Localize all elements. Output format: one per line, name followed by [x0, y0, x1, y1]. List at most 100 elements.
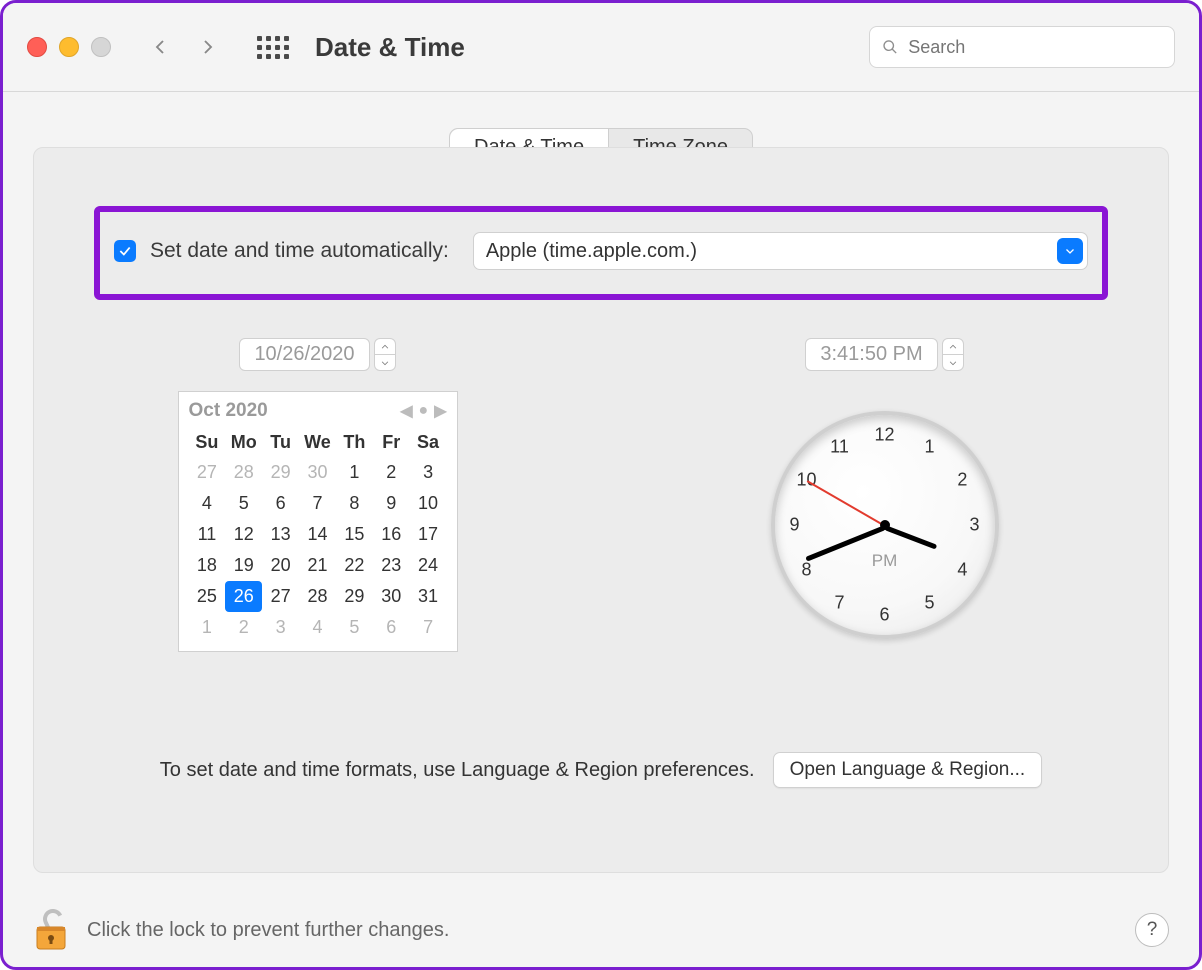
chevron-down-icon: [380, 358, 390, 368]
auto-time-label: Set date and time automatically:: [150, 239, 449, 263]
date-stepper[interactable]: [374, 338, 396, 371]
calendar[interactable]: Oct 2020 ◀ ● ▶ SuMoTuWeThFrSa27282930123…: [178, 391, 458, 652]
calendar-day[interactable]: 24: [410, 550, 447, 581]
time-step-up[interactable]: [943, 339, 963, 355]
calendar-day[interactable]: 2: [225, 612, 262, 643]
search-field[interactable]: [869, 26, 1175, 68]
clock-number: 12: [874, 425, 894, 446]
clock-number: 1: [924, 437, 934, 458]
calendar-day[interactable]: 30: [373, 581, 410, 612]
calendar-day[interactable]: 13: [262, 519, 299, 550]
clock-number: 5: [924, 592, 934, 613]
calendar-day[interactable]: 15: [336, 519, 373, 550]
window-title: Date & Time: [315, 32, 465, 63]
open-language-region-button[interactable]: Open Language & Region...: [773, 752, 1043, 788]
time-server-value: Apple (time.apple.com.): [486, 240, 697, 263]
calendar-day[interactable]: 17: [410, 519, 447, 550]
calendar-day[interactable]: 9: [373, 488, 410, 519]
date-step-up[interactable]: [375, 339, 395, 355]
clock-number: 9: [789, 515, 799, 536]
date-field[interactable]: 10/26/2020: [239, 338, 369, 371]
calendar-day[interactable]: 7: [299, 488, 336, 519]
time-server-combobox[interactable]: Apple (time.apple.com.): [473, 232, 1088, 270]
calendar-day[interactable]: 1: [336, 457, 373, 488]
auto-time-checkbox[interactable]: [114, 240, 136, 262]
unlocked-lock-icon: [33, 909, 69, 951]
calendar-day[interactable]: 3: [410, 457, 447, 488]
calendar-day[interactable]: 14: [299, 519, 336, 550]
calendar-day[interactable]: 11: [189, 519, 226, 550]
calendar-day[interactable]: 18: [189, 550, 226, 581]
chevron-up-icon: [948, 342, 958, 352]
search-icon: [882, 38, 898, 56]
calendar-day[interactable]: 29: [262, 457, 299, 488]
calendar-day[interactable]: 29: [336, 581, 373, 612]
analog-clock: 121234567891011 PM: [771, 411, 999, 639]
calendar-day[interactable]: 31: [410, 581, 447, 612]
forward-button[interactable]: [199, 38, 217, 56]
clock-number: 11: [830, 437, 849, 458]
calendar-day[interactable]: 7: [410, 612, 447, 643]
calendar-prev-icon[interactable]: ◀: [400, 401, 412, 421]
calendar-day[interactable]: 26: [225, 581, 262, 612]
calendar-day[interactable]: 5: [336, 612, 373, 643]
zoom-window-button[interactable]: [91, 37, 111, 57]
combobox-arrow-button[interactable]: [1057, 238, 1083, 264]
calendar-dow: Th: [336, 428, 373, 457]
preferences-panel: Set date and time automatically: Apple (…: [33, 147, 1169, 873]
calendar-day[interactable]: 16: [373, 519, 410, 550]
calendar-dow: Mo: [225, 428, 262, 457]
calendar-day[interactable]: 10: [410, 488, 447, 519]
time-field[interactable]: 3:41:50 PM: [805, 338, 937, 371]
calendar-day[interactable]: 21: [299, 550, 336, 581]
calendar-month-label: Oct 2020: [189, 400, 268, 422]
calendar-day[interactable]: 27: [262, 581, 299, 612]
date-step-down[interactable]: [375, 355, 395, 370]
chevron-up-icon: [380, 342, 390, 352]
calendar-day[interactable]: 5: [225, 488, 262, 519]
calendar-day[interactable]: 28: [225, 457, 262, 488]
formats-hint: To set date and time formats, use Langua…: [160, 759, 755, 782]
calendar-day[interactable]: 3: [262, 612, 299, 643]
calendar-day[interactable]: 8: [336, 488, 373, 519]
calendar-day[interactable]: 25: [189, 581, 226, 612]
calendar-day[interactable]: 30: [299, 457, 336, 488]
calendar-day[interactable]: 23: [373, 550, 410, 581]
calendar-day[interactable]: 12: [225, 519, 262, 550]
clock-number: 2: [957, 470, 967, 491]
calendar-day[interactable]: 4: [299, 612, 336, 643]
calendar-today-icon[interactable]: ●: [419, 402, 429, 420]
calendar-day[interactable]: 6: [373, 612, 410, 643]
calendar-dow: Su: [189, 428, 226, 457]
calendar-day[interactable]: 1: [189, 612, 226, 643]
calendar-dow: Fr: [373, 428, 410, 457]
time-stepper[interactable]: [942, 338, 964, 371]
show-all-prefs-button[interactable]: [257, 36, 289, 59]
clock-pivot: [880, 520, 890, 530]
clock-number: 8: [802, 560, 812, 581]
minimize-window-button[interactable]: [59, 37, 79, 57]
calendar-day[interactable]: 6: [262, 488, 299, 519]
calendar-day[interactable]: 28: [299, 581, 336, 612]
calendar-day[interactable]: 20: [262, 550, 299, 581]
calendar-next-icon[interactable]: ▶: [434, 401, 446, 421]
clock-number: 7: [834, 592, 844, 613]
calendar-dow: Tu: [262, 428, 299, 457]
check-icon: [118, 244, 132, 258]
chevron-down-icon: [948, 358, 958, 368]
clock-number: 6: [879, 605, 889, 626]
lock-button[interactable]: [33, 909, 69, 951]
time-step-down[interactable]: [943, 355, 963, 370]
calendar-day[interactable]: 22: [336, 550, 373, 581]
calendar-day[interactable]: 4: [189, 488, 226, 519]
search-input[interactable]: [906, 36, 1162, 59]
chevron-down-icon: [1064, 245, 1076, 257]
close-window-button[interactable]: [27, 37, 47, 57]
help-button[interactable]: ?: [1135, 913, 1169, 947]
calendar-day[interactable]: 27: [189, 457, 226, 488]
calendar-dow: We: [299, 428, 336, 457]
calendar-day[interactable]: 19: [225, 550, 262, 581]
lock-hint: Click the lock to prevent further change…: [87, 919, 449, 942]
back-button[interactable]: [151, 38, 169, 56]
calendar-day[interactable]: 2: [373, 457, 410, 488]
